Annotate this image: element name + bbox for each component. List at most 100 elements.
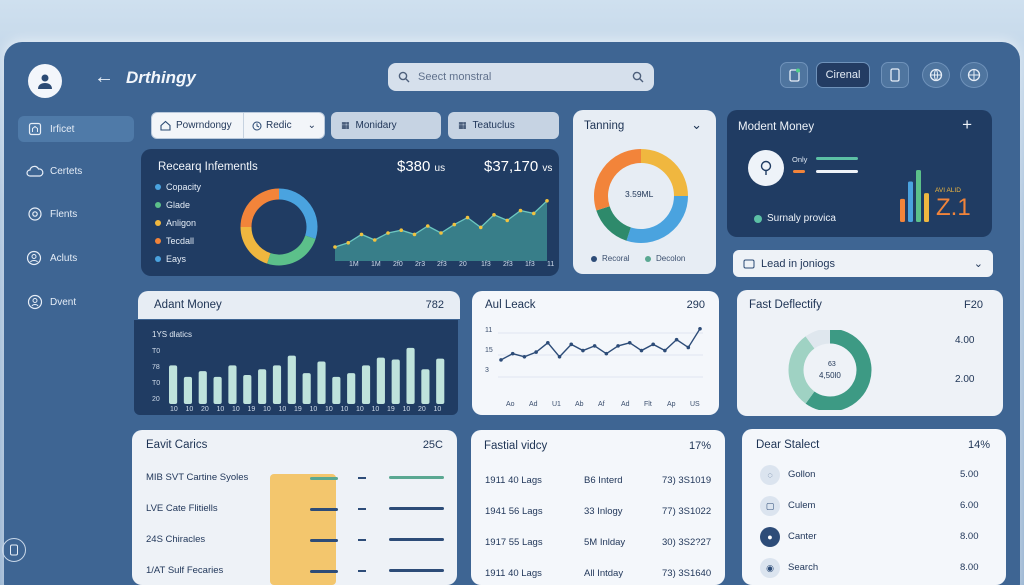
unit: us: [434, 163, 446, 174]
data-point: [698, 326, 702, 331]
x-tick-label: 2f0: [393, 261, 403, 268]
moment-money-card: Modent Money + Only Surnaly provica AVI …: [727, 110, 992, 237]
adant-header: Adant Money 782: [138, 291, 460, 319]
network-icon: [967, 68, 981, 82]
data-point: [531, 211, 536, 216]
adant-bar-chart: [169, 347, 445, 404]
big-value: Z.1: [936, 194, 971, 221]
filter-redic[interactable]: Redic ⌄: [244, 120, 324, 131]
x-tick-label: 10: [170, 406, 178, 413]
sidebar-item-acluts[interactable]: Acluts: [18, 245, 134, 271]
dropdown-label: Lead in joniogs: [761, 257, 836, 270]
data-point: [346, 241, 351, 245]
bar: [406, 347, 415, 404]
filter-group: Powrndongy Redic ⌄: [151, 112, 325, 139]
fast-deflectify-card: Fast Deflectify F20 63 4,50l0 4.00 2.00: [737, 290, 1003, 416]
card-title: Modent Money: [738, 121, 815, 133]
bar: [436, 358, 445, 404]
sidebar-item-irficet[interactable]: Irficet: [18, 116, 134, 142]
legend-item: Copacity: [155, 182, 201, 192]
card-title: Fastial vidcy: [484, 440, 548, 452]
plus-icon[interactable]: +: [962, 115, 972, 135]
card-title: Recearq Infementls: [158, 161, 258, 173]
data-point: [557, 354, 562, 359]
lead-dropdown[interactable]: Lead in joniogs ⌄: [733, 250, 993, 277]
table-cell: 73) 3S1640: [662, 568, 712, 579]
user-icon: [26, 293, 44, 311]
progress-bar: [389, 569, 444, 572]
table-cell: B6 Interd: [584, 475, 623, 486]
user-icon: ●: [760, 527, 780, 547]
bar: [169, 365, 178, 404]
bar: [258, 369, 267, 404]
legend-label: Anligon: [166, 218, 197, 228]
list-item-label: 1/AT Sulf Fecaries: [146, 565, 224, 576]
filter-teatuclus[interactable]: ▦ Teatuclus: [448, 112, 559, 139]
data-point: [545, 199, 549, 203]
table-cell: All Intday: [584, 568, 624, 579]
card-value: 782: [425, 299, 444, 311]
sidebar-item-flents[interactable]: Flents: [18, 201, 134, 227]
search-submit-icon[interactable]: [632, 71, 644, 83]
search-input[interactable]: Seect monstral: [388, 63, 654, 91]
x-tick-label: US: [690, 401, 700, 408]
bar: [376, 357, 385, 404]
legend-label: Surnaly provica: [767, 213, 836, 224]
filter-powrndongy[interactable]: Powrndongy: [152, 113, 244, 138]
sidebar-item-dvent[interactable]: Dvent: [18, 289, 134, 315]
progress-bar: [310, 508, 338, 511]
list-item-label: LVE Cate Flitiells: [146, 503, 218, 514]
x-tick-label: Ad: [621, 401, 630, 408]
progress-bar: [389, 507, 444, 510]
event-card: Eavit Carics 25C MIB SVT Cartine Syoles L…: [132, 430, 457, 585]
data-point: [592, 344, 597, 348]
phone-icon: [890, 68, 900, 82]
bar: [183, 376, 193, 404]
data-point: [465, 215, 470, 220]
device-button[interactable]: [2, 538, 26, 562]
globe-button[interactable]: [922, 62, 950, 88]
network-button[interactable]: [960, 62, 988, 88]
tick-label: 2.00: [955, 374, 975, 385]
card-value: 17%: [688, 440, 711, 452]
user-avatar[interactable]: [28, 64, 62, 98]
filter-monidary[interactable]: ▦ Monidary: [331, 112, 441, 139]
legend-dot: [155, 202, 161, 208]
donut-slice: [596, 205, 632, 241]
data-point: [452, 222, 457, 227]
table-cell: 1941 56 Lags: [485, 506, 543, 517]
x-tick-label: 10: [340, 406, 349, 413]
small-label: AVI ALID: [935, 187, 961, 194]
data-point: [412, 232, 417, 237]
top-action-button[interactable]: Cirenal: [816, 62, 870, 88]
donut-slice: [788, 336, 815, 404]
sidebar-item-certets[interactable]: Certets: [18, 158, 134, 184]
aul-line-chart: [498, 326, 703, 378]
legend-dot: [155, 184, 161, 190]
list-item-label: Culem: [788, 500, 816, 511]
x-tick-label: Ap: [667, 401, 676, 408]
data-point: [399, 228, 404, 232]
chevron-down-icon: ⌄: [973, 258, 983, 270]
x-tick-label: Ab: [575, 401, 584, 408]
table-cell: 1911 40 Lags: [485, 475, 542, 486]
grid-icon: ▦: [458, 120, 467, 130]
filter-label: Powrndongy: [176, 120, 232, 131]
clipboard-button[interactable]: [780, 62, 808, 88]
sidebar-item-label: Dvent: [50, 296, 77, 308]
data-point: [604, 351, 609, 356]
phone-button[interactable]: [881, 62, 909, 88]
dash-separator: [358, 539, 366, 541]
x-tick-label: 2f3: [437, 261, 447, 268]
progress-bar: [310, 477, 338, 480]
back-arrow-icon[interactable]: ←: [94, 66, 114, 89]
donut-slice: [240, 226, 271, 264]
clipboard-icon: [788, 68, 800, 82]
recent-donut-chart: [240, 188, 318, 266]
value: $380: [397, 158, 431, 175]
unit: vs: [542, 163, 553, 174]
x-tick-label: 19: [247, 406, 256, 413]
chevron-down-icon[interactable]: ⌄: [691, 117, 702, 133]
bar: [361, 365, 371, 404]
table-cell: 1911 40 Lags: [485, 568, 542, 579]
